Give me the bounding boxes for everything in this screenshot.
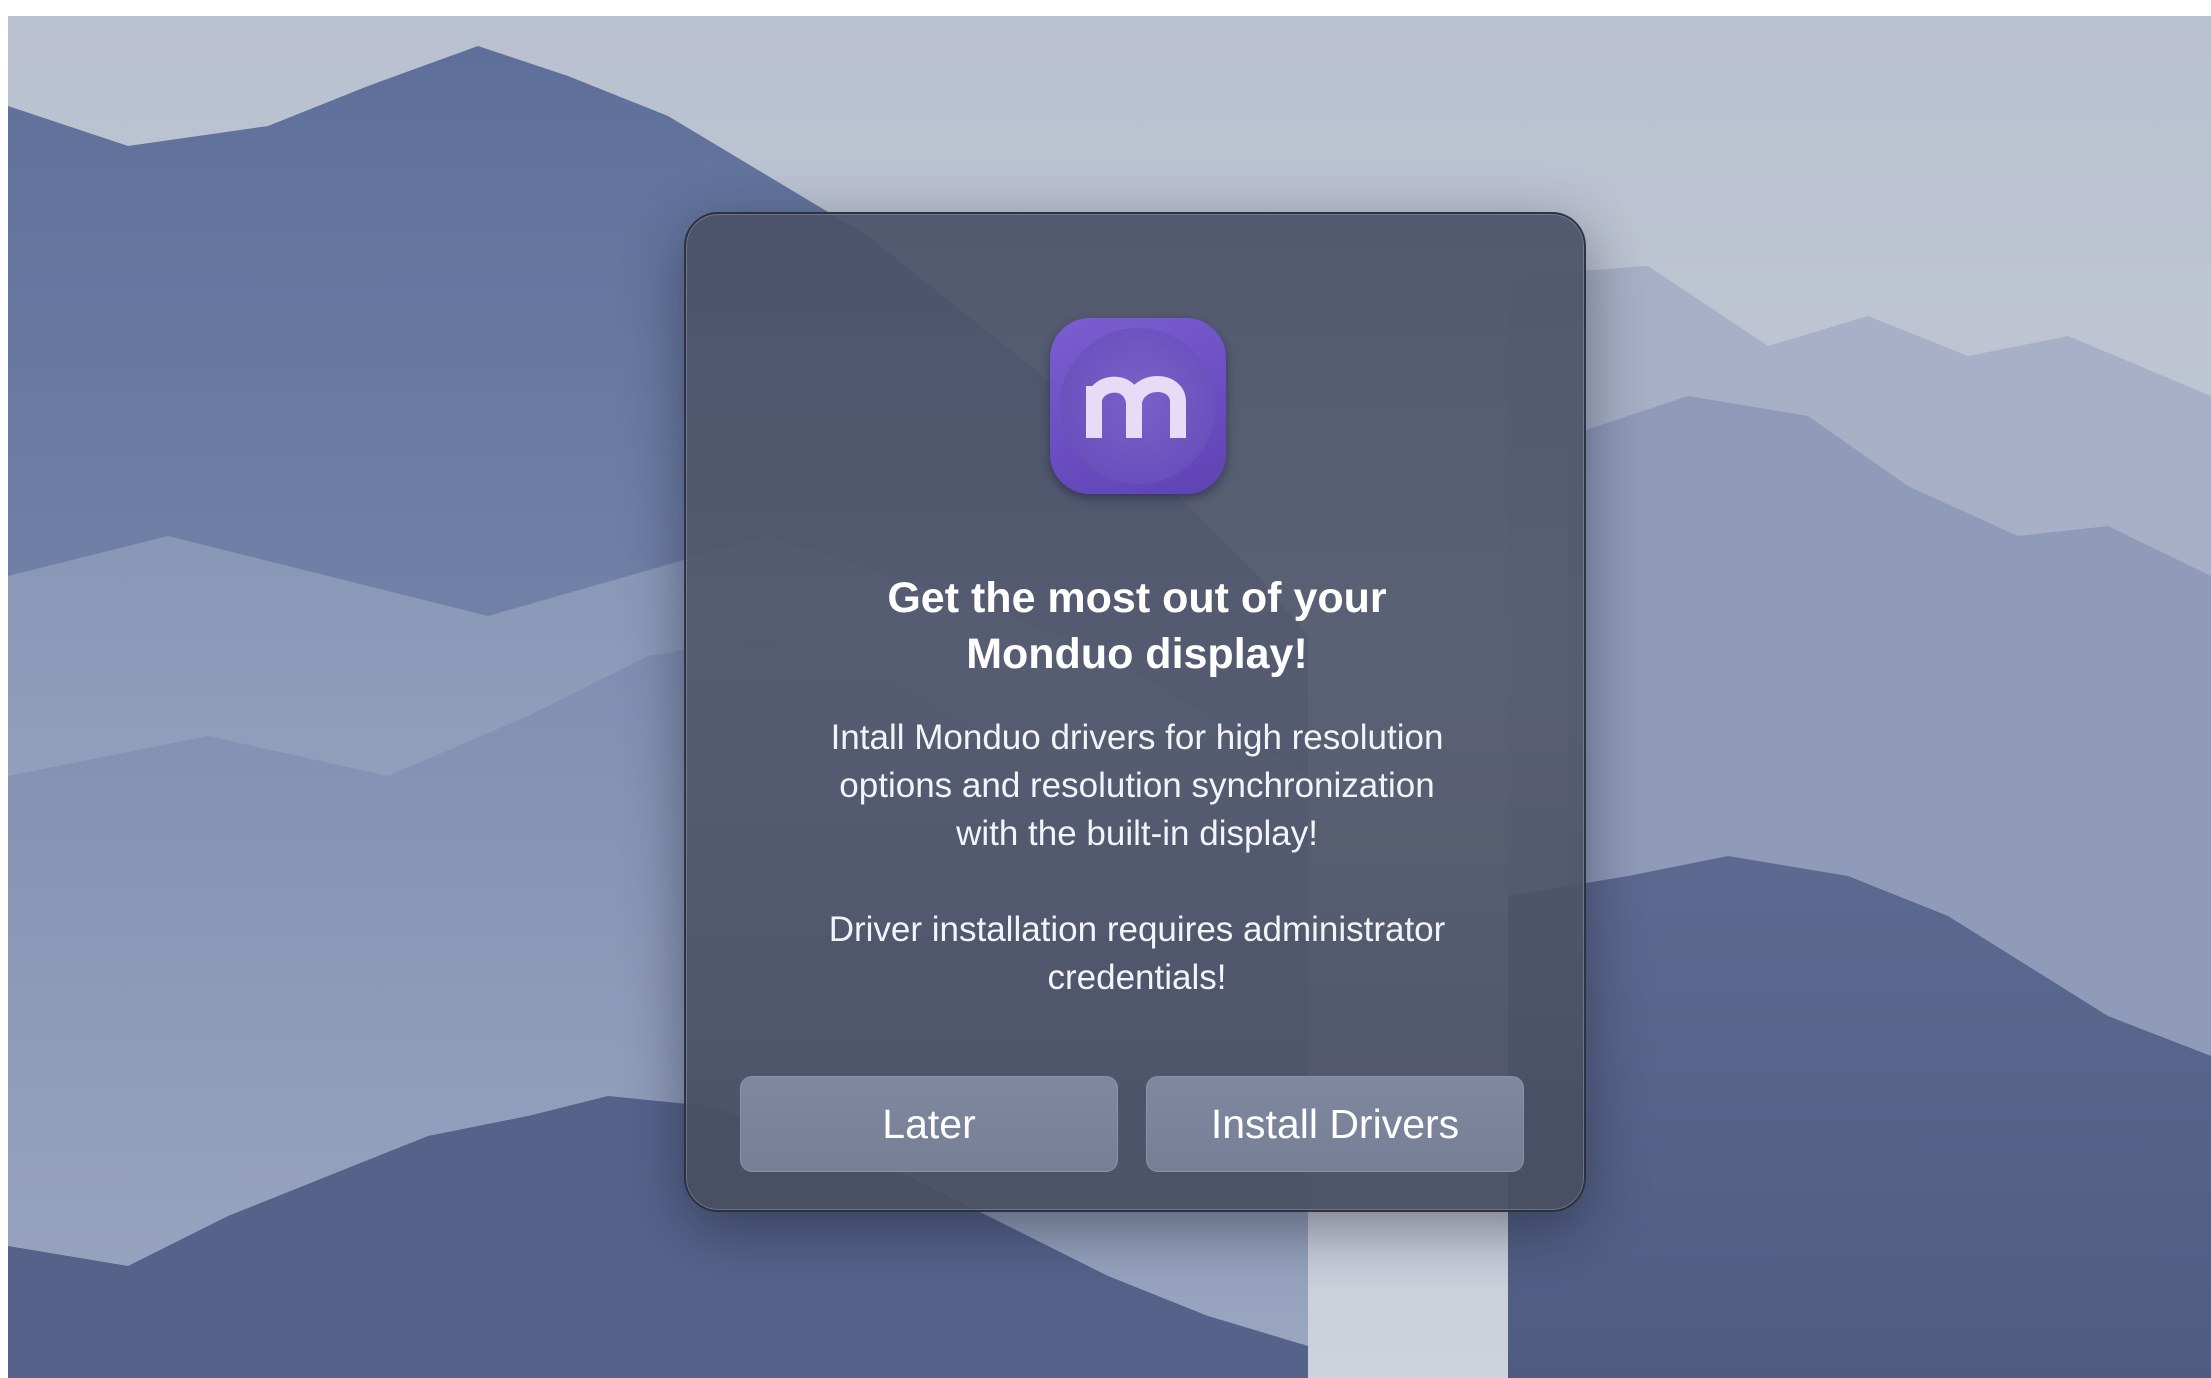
dialog-message: Intall Monduo drivers for high resolutio… <box>746 714 1528 858</box>
title-line: Get the most out of your <box>887 574 1387 622</box>
message-line: options and resolution synchronization <box>839 766 1435 805</box>
title-line: Monduo display! <box>966 630 1308 678</box>
note-line: credentials! <box>1047 958 1227 997</box>
admin-credentials-note: Driver installation requires administrat… <box>746 906 1528 1002</box>
monduo-app-icon <box>1050 318 1226 494</box>
message-line: Intall Monduo drivers for high resolutio… <box>830 718 1444 757</box>
later-button[interactable]: Later <box>740 1076 1118 1172</box>
dialog-title: Get the most out of your Monduo display! <box>746 570 1528 682</box>
install-drivers-dialog: Get the most out of your Monduo display!… <box>684 212 1586 1212</box>
install-drivers-button[interactable]: Install Drivers <box>1146 1076 1524 1172</box>
desktop: Get the most out of your Monduo display!… <box>8 16 2211 1378</box>
message-line: with the built-in display! <box>956 814 1318 853</box>
m-letter-icon <box>1086 376 1186 438</box>
note-line: Driver installation requires administrat… <box>828 910 1446 949</box>
